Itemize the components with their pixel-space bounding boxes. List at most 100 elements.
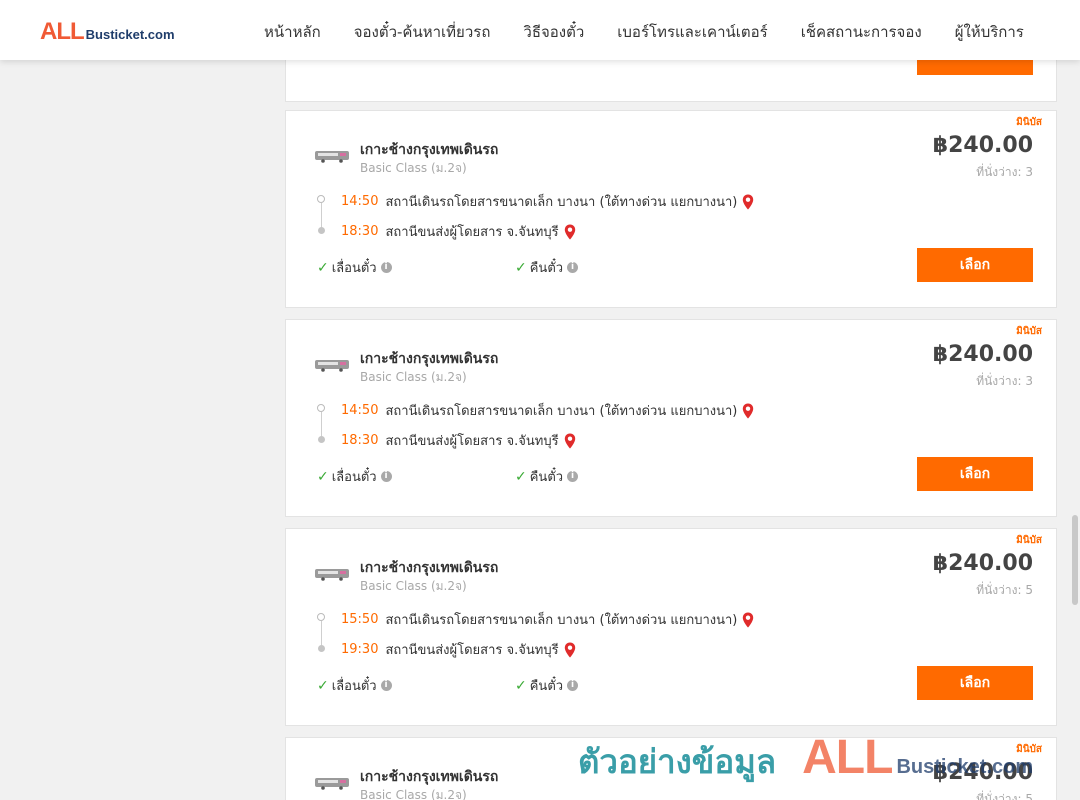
feature-label: เลื่อนตั๋ว bbox=[331, 261, 377, 276]
route-start-dot bbox=[317, 404, 325, 412]
trip-card: มินิบัส เกาะช้างกรุงเทพเดินรถ Basic Clas… bbox=[285, 319, 1057, 517]
main-nav: หน้าหลัก จองตั๋ว-ค้นหาเที่ยวรถ วิธีจองตั… bbox=[264, 20, 1057, 44]
route-start-dot bbox=[317, 613, 325, 621]
map-pin-icon[interactable] bbox=[564, 224, 576, 240]
route-line bbox=[321, 621, 322, 647]
feature-label: คืนตั๋ว bbox=[529, 261, 564, 276]
arrival-time: 18:30 bbox=[341, 224, 379, 239]
nav-home[interactable]: หน้าหลัก bbox=[264, 20, 321, 44]
feature-change-ticket: ✓ เลื่อนตั๋ว i bbox=[317, 675, 392, 696]
bus-class: Basic Class (ม.2จ) bbox=[360, 579, 467, 593]
operator-name: เกาะช้างกรุงเทพเดินรถ bbox=[360, 142, 499, 158]
arrival-stop: 19:30 สถานีขนส่งผู้โดยสาร จ.จันทบุรี bbox=[341, 639, 576, 660]
operator-name: เกาะช้างกรุงเทพเดินรถ bbox=[360, 351, 499, 367]
trip-card: มินิบัส เกาะช้างกรุงเทพเดินรถ Basic Clas… bbox=[285, 528, 1057, 726]
feature-refund-ticket: ✓ คืนตั๋ว i bbox=[515, 466, 579, 487]
feature-label: คืนตั๋ว bbox=[529, 679, 564, 694]
arrival-stop: 18:30 สถานีขนส่งผู้โดยสาร จ.จันทบุรี bbox=[341, 430, 576, 451]
bus-type-badge: มินิบัส bbox=[1016, 117, 1042, 128]
info-icon[interactable]: i bbox=[380, 262, 392, 273]
departure-place: สถานีเดินรถโดยสารขนาดเล็ก บางนา (ใต้ทางด… bbox=[385, 404, 738, 419]
bus-type-badge: มินิบัส bbox=[1016, 744, 1042, 755]
info-icon[interactable]: i bbox=[567, 680, 579, 691]
bus-logo bbox=[315, 569, 349, 581]
trip-card: มินิบัส เกาะช้างกรุงเทพเดินรถ Basic Clas… bbox=[285, 110, 1057, 308]
info-icon[interactable]: i bbox=[567, 262, 579, 273]
route-start-dot bbox=[317, 195, 325, 203]
feature-label: คืนตั๋ว bbox=[529, 470, 564, 485]
route-end-dot bbox=[318, 436, 325, 443]
bus-logo bbox=[315, 778, 349, 790]
bus-class: Basic Class (ม.2จ) bbox=[360, 161, 467, 175]
info-icon[interactable]: i bbox=[567, 471, 579, 482]
departure-place: สถานีเดินรถโดยสารขนาดเล็ก บางนา (ใต้ทางด… bbox=[385, 195, 738, 210]
map-pin-icon[interactable] bbox=[742, 194, 754, 210]
nav-phone-counter[interactable]: เบอร์โทรและเคาน์เตอร์ bbox=[617, 20, 767, 44]
check-icon: ✓ bbox=[515, 677, 527, 694]
departure-stop: 14:50 สถานีเดินรถโดยสารขนาดเล็ก บางนา (ใ… bbox=[341, 191, 754, 212]
select-button[interactable]: เลือก bbox=[917, 457, 1033, 491]
departure-stop: 14:50 สถานีเดินรถโดยสารขนาดเล็ก บางนา (ใ… bbox=[341, 400, 754, 421]
site-logo[interactable]: ALL Busticket.com bbox=[40, 18, 175, 46]
check-icon: ✓ bbox=[317, 259, 329, 276]
trip-card: มินิบัส เกาะช้างกรุงเทพเดินรถ Basic Clas… bbox=[285, 737, 1057, 800]
check-icon: ✓ bbox=[515, 259, 527, 276]
route-end-dot bbox=[318, 227, 325, 234]
nav-book-search[interactable]: จองตั๋ว-ค้นหาเที่ยวรถ bbox=[354, 20, 491, 44]
arrival-place: สถานีขนส่งผู้โดยสาร จ.จันทบุรี bbox=[385, 643, 559, 658]
feature-refund-ticket: ✓ คืนตั๋ว i bbox=[515, 675, 579, 696]
departure-time: 15:50 bbox=[341, 612, 379, 627]
map-pin-icon[interactable] bbox=[742, 612, 754, 628]
info-icon[interactable]: i bbox=[380, 680, 392, 691]
logo-busticket-text: Busticket.com bbox=[85, 27, 175, 42]
seats-available: ที่นั่งว่าง: 3 bbox=[976, 374, 1033, 388]
departure-place: สถานีเดินรถโดยสารขนาดเล็ก บางนา (ใต้ทางด… bbox=[385, 613, 738, 628]
seats-available: ที่นั่งว่าง: 5 bbox=[976, 792, 1033, 800]
feature-change-ticket: ✓ เลื่อนตั๋ว i bbox=[317, 466, 392, 487]
map-pin-icon[interactable] bbox=[742, 403, 754, 419]
select-button[interactable]: เลือก bbox=[917, 248, 1033, 282]
feature-label: เลื่อนตั๋ว bbox=[331, 470, 377, 485]
seats-available: ที่นั่งว่าง: 5 bbox=[976, 583, 1033, 597]
select-button[interactable]: เลือก bbox=[917, 666, 1033, 700]
bus-class: Basic Class (ม.2จ) bbox=[360, 370, 467, 384]
map-pin-icon[interactable] bbox=[564, 642, 576, 658]
site-header: ALL Busticket.com หน้าหลัก จองตั๋ว-ค้นหา… bbox=[0, 0, 1080, 60]
check-icon: ✓ bbox=[317, 468, 329, 485]
check-icon: ✓ bbox=[515, 468, 527, 485]
info-icon[interactable]: i bbox=[380, 471, 392, 482]
feature-refund-ticket: ✓ คืนตั๋ว i bbox=[515, 257, 579, 278]
route-line bbox=[321, 412, 322, 438]
page-scrollbar[interactable] bbox=[1070, 60, 1080, 800]
arrival-place: สถานีขนส่งผู้โดยสาร จ.จันทบุรี bbox=[385, 225, 559, 240]
operator-name: เกาะช้างกรุงเทพเดินรถ bbox=[360, 560, 499, 576]
trip-price: ฿240.00 bbox=[932, 551, 1033, 576]
arrival-time: 19:30 bbox=[341, 642, 379, 657]
trip-price: ฿240.00 bbox=[932, 760, 1033, 785]
feature-label: เลื่อนตั๋ว bbox=[331, 679, 377, 694]
route-line bbox=[321, 203, 322, 229]
nav-how-to-book[interactable]: วิธีจองตั๋ว bbox=[523, 20, 584, 44]
nav-check-booking[interactable]: เช็คสถานะการจอง bbox=[801, 20, 922, 44]
bus-logo bbox=[315, 151, 349, 163]
bus-class: Basic Class (ม.2จ) bbox=[360, 788, 467, 800]
departure-time: 14:50 bbox=[341, 194, 379, 209]
check-icon: ✓ bbox=[317, 677, 329, 694]
operator-name: เกาะช้างกรุงเทพเดินรถ bbox=[360, 769, 499, 785]
trip-price: ฿240.00 bbox=[932, 133, 1033, 158]
nav-operators[interactable]: ผู้ให้บริการ bbox=[955, 20, 1024, 44]
route-end-dot bbox=[318, 645, 325, 652]
logo-all-text: ALL bbox=[40, 18, 85, 45]
arrival-time: 18:30 bbox=[341, 433, 379, 448]
bus-type-badge: มินิบัส bbox=[1016, 326, 1042, 337]
departure-stop: 15:50 สถานีเดินรถโดยสารขนาดเล็ก บางนา (ใ… bbox=[341, 609, 754, 630]
bus-type-badge: มินิบัส bbox=[1016, 535, 1042, 546]
arrival-place: สถานีขนส่งผู้โดยสาร จ.จันทบุรี bbox=[385, 434, 559, 449]
scrollbar-thumb[interactable] bbox=[1072, 515, 1078, 605]
feature-change-ticket: ✓ เลื่อนตั๋ว i bbox=[317, 257, 392, 278]
map-pin-icon[interactable] bbox=[564, 433, 576, 449]
trip-price: ฿240.00 bbox=[932, 342, 1033, 367]
bus-logo bbox=[315, 360, 349, 372]
departure-time: 14:50 bbox=[341, 403, 379, 418]
seats-available: ที่นั่งว่าง: 3 bbox=[976, 165, 1033, 179]
